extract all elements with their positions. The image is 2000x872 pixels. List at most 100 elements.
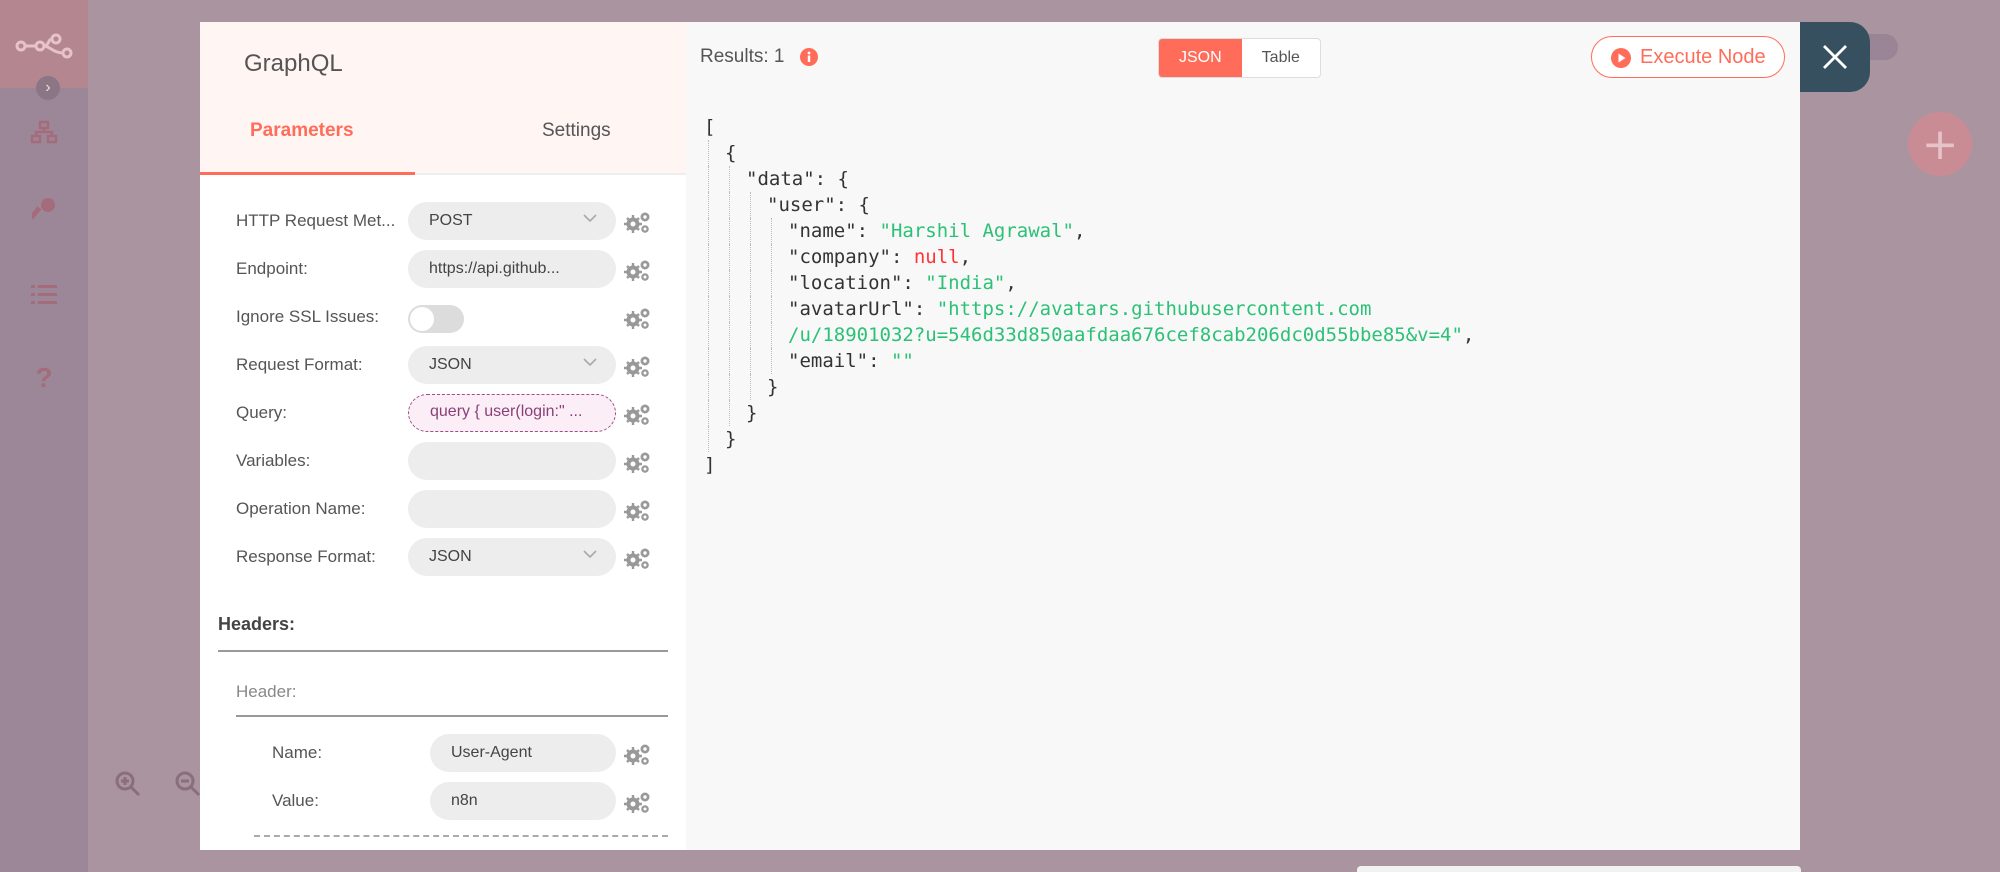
add-node-button[interactable]: + bbox=[1908, 112, 1972, 176]
gears-icon[interactable] bbox=[624, 258, 652, 282]
json-line: "avatarUrl": "https://avatars.githubuser… bbox=[704, 296, 1474, 322]
field-query: Query: query { user(login:" ... bbox=[200, 394, 686, 434]
field-variables: Variables: bbox=[200, 442, 686, 482]
json-null: null bbox=[913, 246, 960, 268]
json-token: } bbox=[767, 376, 779, 398]
json-token: { bbox=[725, 142, 737, 164]
node-title[interactable]: GraphQL bbox=[244, 50, 343, 78]
json-token: "user": { bbox=[767, 194, 870, 216]
dashed-divider bbox=[254, 835, 668, 837]
json-token: , bbox=[959, 246, 972, 268]
response-format-select[interactable]: JSON bbox=[408, 538, 616, 576]
gears-icon[interactable] bbox=[624, 546, 652, 570]
gears-icon[interactable] bbox=[624, 742, 652, 766]
query-expression-input[interactable]: query { user(login:" ... bbox=[408, 394, 616, 432]
field-header-name: Name: User-Agent bbox=[200, 734, 686, 774]
field-ignore-ssl: Ignore SSL Issues: bbox=[200, 298, 686, 338]
header-name-input[interactable]: User-Agent bbox=[430, 734, 616, 772]
key-icon[interactable] bbox=[24, 190, 64, 230]
tab-settings[interactable]: Settings bbox=[542, 120, 611, 142]
field-endpoint: Endpoint: https://api.github... bbox=[200, 250, 686, 290]
node-details-modal: GraphQL Parameters Settings HTTP Request… bbox=[200, 22, 1870, 850]
json-token: "company": bbox=[788, 246, 914, 268]
json-token: "data": { bbox=[746, 168, 849, 190]
execute-node-label: Execute Node bbox=[1640, 46, 1766, 68]
header-group-title: Header: bbox=[236, 682, 297, 701]
http-method-select[interactable]: POST bbox=[408, 202, 616, 240]
gears-icon[interactable] bbox=[624, 790, 652, 814]
field-label: Variables: bbox=[236, 451, 311, 470]
zoom-in-icon[interactable] bbox=[110, 766, 146, 802]
endpoint-input[interactable]: https://api.github... bbox=[408, 250, 616, 288]
field-label: Response Format: bbox=[236, 547, 376, 566]
view-json-button[interactable]: JSON bbox=[1159, 39, 1242, 77]
header-value-input[interactable]: n8n bbox=[430, 782, 616, 820]
field-operation-name: Operation Name: bbox=[200, 490, 686, 530]
field-label: Operation Name: bbox=[236, 499, 366, 518]
field-request-format: Request Format: JSON bbox=[200, 346, 686, 386]
field-label: HTTP Request Met... bbox=[236, 211, 396, 230]
json-token: "avatarUrl": bbox=[788, 298, 937, 320]
request-format-select[interactable]: JSON bbox=[408, 346, 616, 384]
json-line: "company": null, bbox=[704, 244, 1474, 270]
json-line: ] bbox=[704, 452, 1474, 478]
help-icon[interactable]: ? bbox=[24, 358, 64, 398]
background-panel bbox=[1357, 866, 1801, 872]
json-line: { bbox=[704, 140, 1474, 166]
close-modal-button[interactable] bbox=[1800, 22, 1870, 92]
json-string: "" bbox=[890, 350, 914, 372]
gears-icon[interactable] bbox=[624, 306, 652, 330]
json-string: "India" bbox=[925, 272, 1006, 294]
gears-icon[interactable] bbox=[624, 210, 652, 234]
json-line: /u/18901032?u=546d33d850aafdaa676cef8cab… bbox=[704, 322, 1474, 348]
gears-icon[interactable] bbox=[624, 354, 652, 378]
chevron-right-icon[interactable]: › bbox=[36, 76, 60, 100]
json-string: "Harshil Agrawal" bbox=[879, 220, 1074, 242]
gears-icon[interactable] bbox=[624, 498, 652, 522]
field-label: Ignore SSL Issues: bbox=[236, 307, 380, 326]
parameters-panel: GraphQL Parameters Settings HTTP Request… bbox=[200, 22, 686, 850]
json-line: "name": "Harshil Agrawal", bbox=[704, 218, 1474, 244]
json-token: , bbox=[1462, 324, 1475, 346]
variables-input[interactable] bbox=[408, 442, 616, 480]
divider bbox=[218, 650, 668, 652]
json-string: "https://avatars.githubusercontent.com bbox=[936, 298, 1372, 320]
workflows-icon[interactable] bbox=[24, 112, 64, 152]
output-view-toggle: JSON Table bbox=[1158, 38, 1321, 78]
json-line: } bbox=[704, 426, 1474, 452]
close-icon bbox=[1823, 45, 1847, 69]
json-line: "data": { bbox=[704, 166, 1474, 192]
json-token: } bbox=[746, 402, 758, 424]
json-token: [ bbox=[704, 116, 716, 138]
json-line: "location": "India", bbox=[704, 270, 1474, 296]
json-string: /u/18901032?u=546d33d850aafdaa676cef8cab… bbox=[788, 324, 1463, 346]
field-label: Request Format: bbox=[236, 355, 363, 374]
chevron-down-icon bbox=[582, 354, 598, 375]
gears-icon[interactable] bbox=[624, 402, 652, 426]
field-label: Query: bbox=[236, 403, 288, 422]
field-header-value: Value: n8n bbox=[200, 782, 686, 822]
tab-parameters[interactable]: Parameters bbox=[250, 120, 354, 142]
execute-node-button[interactable]: Execute Node bbox=[1591, 36, 1785, 78]
results-count: Results: 1 bbox=[700, 46, 785, 67]
json-line: } bbox=[704, 374, 1474, 400]
json-token: ] bbox=[704, 454, 716, 476]
operation-name-input[interactable] bbox=[408, 490, 616, 528]
active-tab-indicator bbox=[200, 172, 415, 175]
list-icon[interactable] bbox=[24, 274, 64, 314]
headers-section-title: Headers: bbox=[218, 614, 296, 634]
n8n-logo[interactable] bbox=[0, 0, 88, 88]
play-circle-icon bbox=[1611, 48, 1631, 68]
field-response-format: Response Format: JSON bbox=[200, 538, 686, 578]
gears-icon[interactable] bbox=[624, 450, 652, 474]
view-table-button[interactable]: Table bbox=[1242, 39, 1320, 77]
json-token: , bbox=[1073, 220, 1086, 242]
json-token: "location": bbox=[788, 272, 926, 294]
ignore-ssl-toggle[interactable] bbox=[408, 305, 464, 333]
chevron-down-icon bbox=[582, 210, 598, 231]
info-icon[interactable] bbox=[800, 48, 818, 66]
field-label: Name: bbox=[272, 743, 323, 762]
field-label: Endpoint: bbox=[236, 259, 308, 278]
json-output-view: [{"data": {"user": {"name": "Harshil Agr… bbox=[704, 114, 1474, 478]
json-token: "name": bbox=[788, 220, 880, 242]
